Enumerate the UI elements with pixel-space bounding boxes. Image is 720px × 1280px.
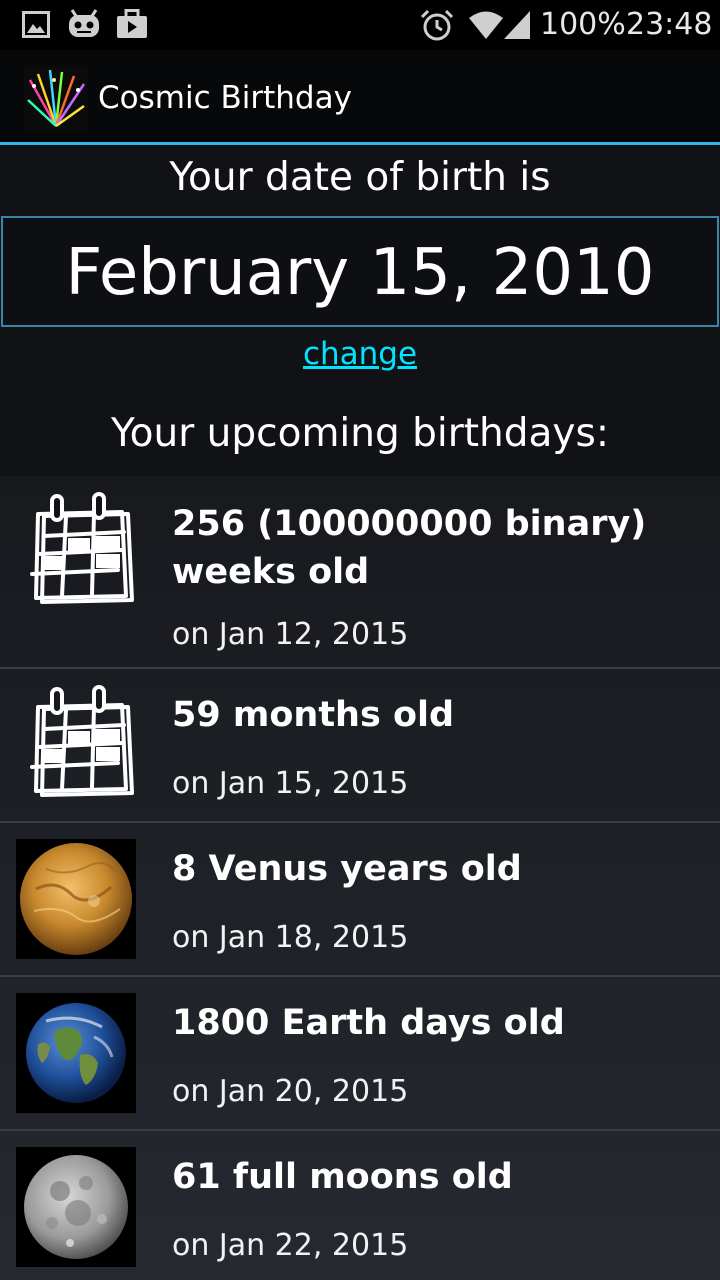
birthday-date: on Jan 22, 2015 [172, 1228, 409, 1263]
list-item[interactable]: 8 Venus years old on Jan 18, 2015 [0, 823, 720, 977]
birthday-title: 61 full moons old [172, 1157, 513, 1197]
birthday-title: 59 months old [172, 695, 455, 735]
birthday-date: on Jan 18, 2015 [172, 920, 409, 955]
change-link[interactable]: change [0, 334, 720, 374]
list-item[interactable]: 256 (100000000 binary) weeks old on Jan … [0, 476, 720, 669]
battery-percent: 100% [540, 7, 626, 42]
list-item[interactable]: 59 months old on Jan 15, 2015 [0, 669, 720, 823]
android-icon [69, 9, 99, 37]
dob-field[interactable]: February 15, 2010 [1, 216, 719, 327]
list-item[interactable]: 61 full moons old on Jan 22, 2015 [0, 1131, 720, 1280]
earth-icon [16, 993, 136, 1113]
signal-icon [504, 11, 530, 39]
status-bar: 100% 23:48 [0, 0, 720, 50]
birthday-list: 256 (100000000 binary) weeks old on Jan … [0, 476, 720, 1280]
venus-icon [16, 839, 136, 959]
birthday-title: 1800 Earth days old [172, 1003, 565, 1043]
alarm-icon [420, 9, 454, 41]
dob-value: February 15, 2010 [65, 236, 655, 310]
birthday-title: 8 Venus years old [172, 849, 522, 889]
birthday-date: on Jan 20, 2015 [172, 1074, 409, 1109]
birthday-title: 256 (100000000 binary) weeks old [172, 504, 647, 592]
dob-label: Your date of birth is [169, 155, 551, 200]
calendar-icon [30, 685, 134, 797]
moon-icon [16, 1147, 136, 1267]
list-item[interactable]: 1800 Earth days old on Jan 20, 2015 [0, 977, 720, 1131]
image-icon [22, 11, 50, 38]
briefcase-icon [117, 9, 147, 38]
wifi-icon [469, 11, 503, 39]
action-bar: Cosmic Birthday [0, 50, 720, 144]
app-title: Cosmic Birthday [98, 80, 352, 116]
birthday-date: on Jan 12, 2015 [172, 617, 409, 652]
upcoming-label: Your upcoming birthdays: [111, 411, 609, 456]
birthday-date: on Jan 15, 2015 [172, 766, 409, 801]
app-logo-icon[interactable] [24, 66, 88, 130]
calendar-icon [30, 492, 134, 604]
clock: 23:48 [626, 7, 713, 42]
action-bar-divider [0, 142, 720, 145]
